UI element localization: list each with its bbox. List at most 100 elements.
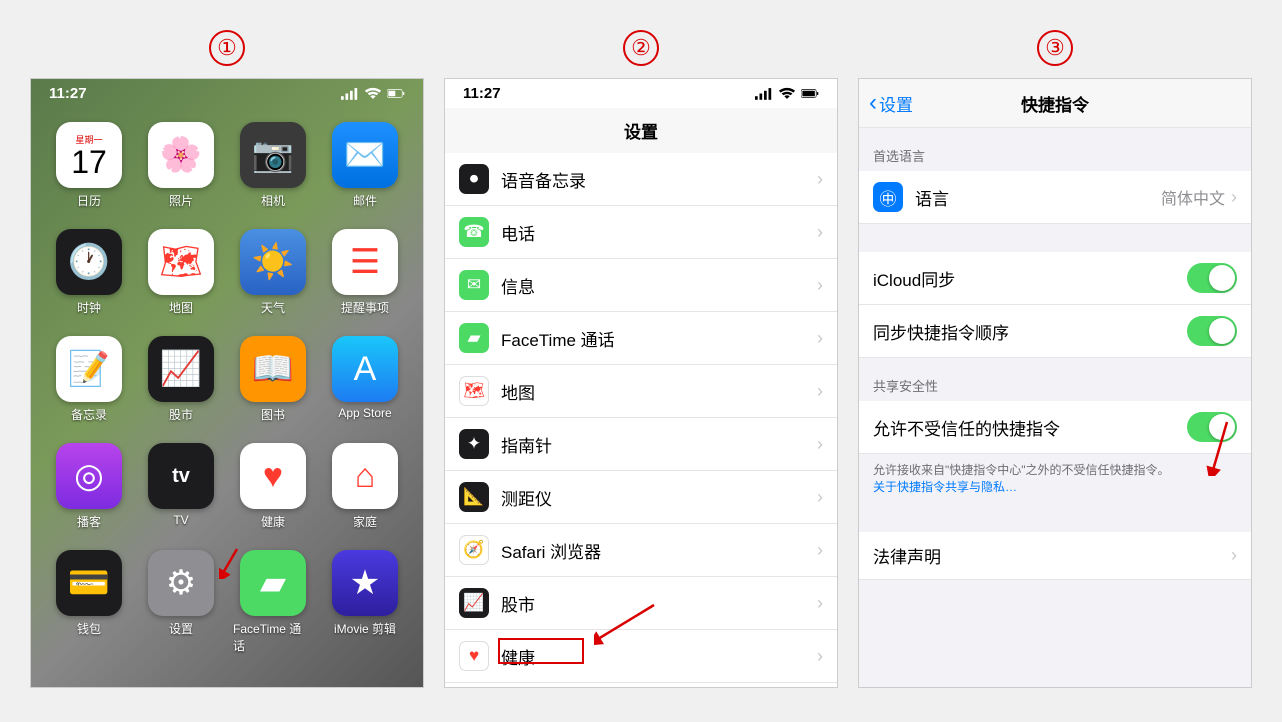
globe-icon: ㊥ — [873, 182, 903, 212]
row-label: iCloud同步 — [873, 266, 1187, 291]
back-label: 设置 — [879, 91, 913, 116]
row-label: 地图 — [501, 379, 817, 404]
row-label: 同步快捷指令顺序 — [873, 319, 1187, 344]
toggle-switch[interactable] — [1187, 316, 1237, 346]
app-图书[interactable]: 📖图书 — [233, 336, 313, 423]
app-label: iMovie 剪辑 — [334, 620, 396, 637]
app-备忘录[interactable]: 📝备忘录 — [49, 336, 129, 423]
settings-row-测距仪[interactable]: 📐测距仪› — [445, 471, 837, 524]
phone-home: 11:27 星期一17日历🌸照片📷相机✉️邮件🕐时钟🗺地图☀️天气☰提醒事项📝备… — [30, 78, 424, 688]
row-sync-order[interactable]: 同步快捷指令顺序 — [859, 305, 1251, 358]
back-button[interactable]: ‹设置 — [869, 89, 913, 117]
app-FaceTime 通话[interactable]: ▰ FaceTime 通话 — [233, 550, 313, 654]
row-icon: 📈 — [459, 588, 489, 618]
app-健康[interactable]: ♥健康 — [233, 443, 313, 530]
settings-row-指南针[interactable]: ✦指南针› — [445, 418, 837, 471]
status-icons — [341, 87, 405, 100]
settings-row-电话[interactable]: ☎电话› — [445, 206, 837, 259]
app-label: 地图 — [169, 299, 193, 316]
app-家庭[interactable]: ⌂ 家庭 — [325, 443, 405, 530]
app-label: TV — [173, 513, 188, 527]
chevron-right-icon: › — [817, 540, 823, 561]
privacy-link[interactable]: 关于快捷指令共享与隐私… — [873, 480, 1017, 494]
wifi-icon — [364, 87, 382, 100]
app-icon: 📈 — [148, 336, 214, 402]
app-股市[interactable]: 📈股市 — [141, 336, 221, 423]
signal-icon — [341, 87, 359, 100]
wifi-icon — [778, 87, 796, 100]
app-label: 家庭 — [353, 513, 377, 530]
app-label: App Store — [338, 406, 391, 420]
row-label: 指南针 — [501, 432, 817, 457]
row-label: 法律声明 — [873, 543, 1231, 568]
app-设置[interactable]: ⚙设置 — [141, 550, 221, 654]
settings-row-Safari 浏览器[interactable]: 🧭Safari 浏览器› — [445, 524, 837, 577]
toggle-switch[interactable] — [1187, 412, 1237, 442]
phone-settings: 11:27 设置 ⏺语音备忘录›☎电话›✉信息›▰FaceTime 通话› 🗺 地图… — [444, 78, 838, 688]
app-label: 播客 — [77, 513, 101, 530]
settings-row-信息[interactable]: ✉信息› — [445, 259, 837, 312]
chevron-right-icon: › — [1231, 545, 1237, 566]
page-title: 快捷指令 — [1021, 91, 1089, 116]
app-日历[interactable]: 星期一17 日历 — [49, 122, 129, 209]
row-language[interactable]: ㊥ 语言 简体中文 › — [859, 171, 1251, 224]
app-钱包[interactable]: 💳钱包 — [49, 550, 129, 654]
app-App Store[interactable]: A App Store — [325, 336, 405, 423]
app-播客[interactable]: ◎ 播客 — [49, 443, 129, 530]
section-header-language: 首选语言 — [859, 128, 1251, 171]
app-icon: 📝 — [56, 336, 122, 402]
status-icons — [755, 87, 819, 100]
app-icon: A — [332, 336, 398, 402]
settings-row-健康[interactable]: ♥健康› — [445, 630, 837, 683]
row-label: 允许不受信任的快捷指令 — [873, 415, 1187, 440]
phone-shortcuts-settings: ‹设置 快捷指令 首选语言 ㊥ 语言 简体中文 › iCloud同步 同步快捷指… — [858, 78, 1252, 688]
row-icon: ✦ — [459, 429, 489, 459]
app-邮件[interactable]: ✉️邮件 — [325, 122, 405, 209]
app-icon: tv — [148, 443, 214, 509]
app-TV[interactable]: tv TV — [141, 443, 221, 530]
app-地图[interactable]: 🗺地图 — [141, 229, 221, 316]
app-label: FaceTime 通话 — [233, 620, 313, 654]
app-label: 日历 — [77, 192, 101, 209]
calendar-icon: 星期一17 — [56, 122, 122, 188]
status-bar: 11:27 — [445, 79, 837, 108]
row-icon: 📐 — [459, 482, 489, 512]
app-icon: ▰ — [240, 550, 306, 616]
chevron-right-icon: › — [1231, 187, 1237, 208]
chevron-right-icon: › — [817, 646, 823, 667]
row-icon: ▰ — [459, 323, 489, 353]
app-label: 时钟 — [77, 299, 101, 316]
app-icon: 🌸 — [148, 122, 214, 188]
app-icon: ☀️ — [240, 229, 306, 295]
row-allow-untrusted[interactable]: 允许不受信任的快捷指令 — [859, 401, 1251, 454]
settings-row-FaceTime 通话[interactable]: ▰FaceTime 通话› — [445, 312, 837, 365]
app-label: 钱包 — [77, 620, 101, 637]
app-照片[interactable]: 🌸照片 — [141, 122, 221, 209]
row-icon: 🗺 — [459, 376, 489, 406]
row-icon: ⏺ — [459, 164, 489, 194]
app-icon: 🕐 — [56, 229, 122, 295]
chevron-right-icon: › — [817, 381, 823, 402]
battery-icon — [801, 87, 819, 100]
settings-title: 设置 — [445, 108, 837, 153]
chevron-right-icon: › — [817, 169, 823, 190]
app-icon: ⌂ — [332, 443, 398, 509]
app-天气[interactable]: ☀️天气 — [233, 229, 313, 316]
row-legal[interactable]: 法律声明 › — [859, 532, 1251, 580]
row-icloud-sync[interactable]: iCloud同步 — [859, 252, 1251, 305]
chevron-right-icon: › — [817, 222, 823, 243]
app-iMovie 剪辑[interactable]: ★iMovie 剪辑 — [325, 550, 405, 654]
settings-row-地图[interactable]: 🗺 地图› — [445, 365, 837, 418]
settings-row-股市[interactable]: 📈股市› — [445, 577, 837, 630]
app-相机[interactable]: 📷相机 — [233, 122, 313, 209]
app-icon: ◎ — [56, 443, 122, 509]
app-提醒事项[interactable]: ☰提醒事项 — [325, 229, 405, 316]
app-icon: ✉️ — [332, 122, 398, 188]
settings-row-语音备忘录[interactable]: ⏺语音备忘录› — [445, 153, 837, 206]
chevron-right-icon: › — [817, 593, 823, 614]
row-icon: 🧭 — [459, 535, 489, 565]
app-label: 设置 — [169, 620, 193, 637]
settings-row-快捷指令[interactable]: ◆快捷指令› — [445, 683, 837, 688]
toggle-switch[interactable] — [1187, 263, 1237, 293]
app-时钟[interactable]: 🕐 时钟 — [49, 229, 129, 316]
